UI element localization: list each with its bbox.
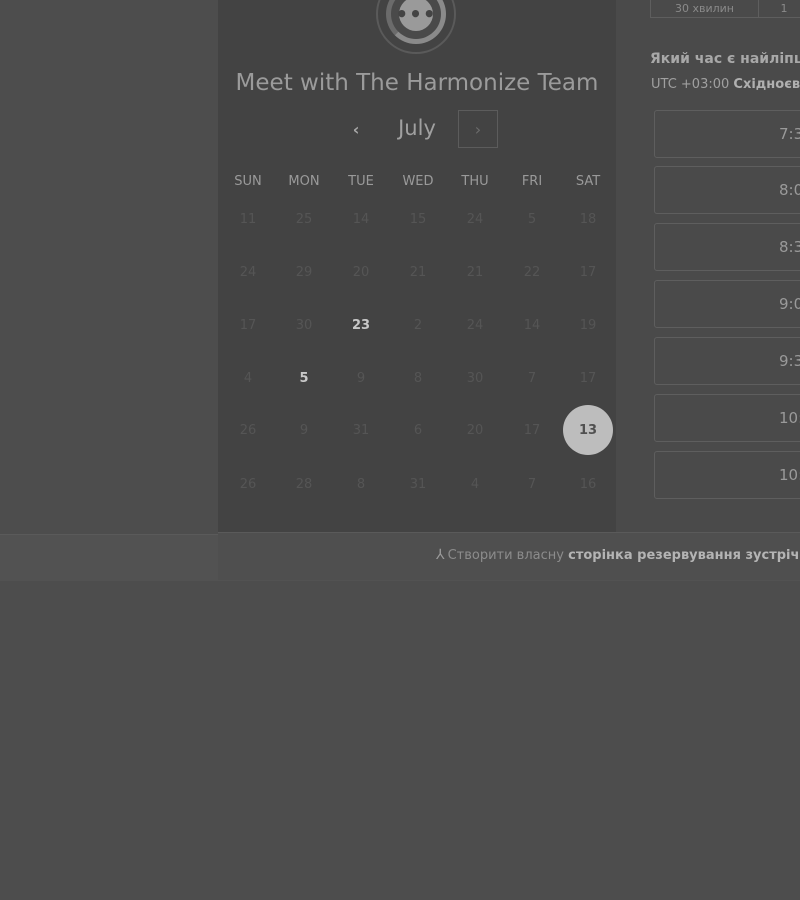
calendar-day: 7	[527, 370, 537, 386]
footer-text: ⅄ Створити власну сторінка резервування з…	[436, 547, 800, 563]
calendar-day: 8	[356, 476, 366, 492]
time-slot-button[interactable]: 9:3	[654, 337, 800, 385]
time-slot-button[interactable]: 8:3	[654, 223, 800, 271]
calendar-day: 24	[239, 264, 257, 280]
time-slot-button[interactable]: 10:0	[654, 394, 800, 442]
time-slot-label: 8:0	[779, 181, 800, 199]
calendar-day: 24	[466, 211, 484, 227]
calendar-day: 17	[579, 264, 597, 280]
time-slot-label: 9:3	[779, 352, 800, 370]
time-slot-button[interactable]: 7:3	[654, 110, 800, 158]
calendar-day: 17	[523, 422, 541, 438]
calendar-day: 6	[413, 422, 423, 438]
calendar-day: 21	[466, 264, 484, 280]
calendar-day: 20	[352, 264, 370, 280]
calendar-day: 30	[466, 370, 484, 386]
time-slot-label: 8:3	[779, 238, 800, 256]
calendar-day[interactable]: 5	[279, 353, 329, 403]
calendar-day: 14	[523, 317, 541, 333]
calendar-day: 4	[243, 370, 253, 386]
ellipsis-icon: •••	[395, 0, 436, 31]
time-slot-label: 10:3	[779, 466, 800, 484]
weekday-sun: SUN	[234, 174, 262, 189]
page: ••• Meet with The Harmonize Team ‹ July …	[0, 0, 800, 900]
calendar-day: 4	[470, 476, 480, 492]
timezone-offset: UTC +03:00	[651, 77, 730, 92]
calendar-day: 25	[295, 211, 313, 227]
weekday-mon: MON	[288, 174, 320, 189]
weekday-sat: SAT	[575, 174, 601, 189]
create-booking-page-link[interactable]: сторінка резервування зустрічей	[568, 548, 800, 563]
time-slot-label: 9:0	[779, 295, 800, 313]
calendar-day: 9	[356, 370, 366, 386]
previous-month-button[interactable]: ‹	[344, 117, 368, 141]
time-slot-button[interactable]: 8:0	[654, 166, 800, 214]
calendar-day: 31	[352, 422, 370, 438]
calendar-day: 20	[466, 422, 484, 438]
calendar-day: 24	[466, 317, 484, 333]
calendar-day: 5	[527, 211, 537, 227]
duration-tab-30[interactable]: 30 хвилин	[651, 0, 759, 17]
time-slot-label: 7:3	[779, 125, 800, 143]
hubspot-sprocket-icon: ⅄	[436, 547, 445, 563]
weekday-tue: TUE	[348, 174, 374, 189]
time-slot-label: 10:0	[779, 409, 800, 427]
meeting-title: Meet with The Harmonize Team	[235, 70, 599, 96]
footer: ⅄ Створити власну сторінка резервування з…	[218, 532, 800, 580]
next-month-button[interactable]: ›	[458, 110, 498, 148]
calendar-day: 8	[413, 370, 423, 386]
calendar-day: 9	[299, 422, 309, 438]
month-label: July	[398, 116, 436, 140]
calendar-day[interactable]: 23	[336, 300, 386, 350]
calendar-day: 2	[413, 317, 423, 333]
calendar-day: 22	[523, 264, 541, 280]
calendar-day: 29	[295, 264, 313, 280]
avatar-ring: •••	[386, 0, 446, 44]
calendar-day: 21	[409, 264, 427, 280]
calendar-day: 18	[579, 211, 597, 227]
calendar-day: 28	[295, 476, 313, 492]
time-slot-button[interactable]: 10:3	[654, 451, 800, 499]
calendar-day: 11	[239, 211, 257, 227]
calendar-day: 14	[352, 211, 370, 227]
calendar-day: 26	[239, 422, 257, 438]
time-question: Який час є найліпш	[650, 51, 800, 67]
time-panel: 30 хвилин 1 Який час є найліпш UTC +03:0…	[616, 0, 800, 532]
timezone-name: Східноєв	[733, 77, 800, 92]
calendar-day: 16	[579, 476, 597, 492]
calendar-day: 19	[579, 317, 597, 333]
selected-day[interactable]: 13	[563, 405, 613, 455]
duration-tab-other[interactable]: 1	[759, 0, 800, 17]
calendar-day: 26	[239, 476, 257, 492]
duration-tabs: 30 хвилин 1	[650, 0, 800, 18]
calendar-day: 17	[579, 370, 597, 386]
footer-prefix: Створити власну	[447, 548, 564, 563]
calendar-day: 15	[409, 211, 427, 227]
weekday-header: SUN MON TUE WED THU FRI SAT	[218, 174, 616, 194]
calendar-day: 31	[409, 476, 427, 492]
timezone-selector[interactable]: UTC +03:00 Східноєв	[651, 77, 800, 92]
time-slot-button[interactable]: 9:0	[654, 280, 800, 328]
calendar-day: 30	[295, 317, 313, 333]
calendar-panel: ••• Meet with The Harmonize Team ‹ July …	[218, 0, 616, 532]
month-navigation: ‹ July ›	[218, 110, 616, 150]
calendar-day: 17	[239, 317, 257, 333]
weekday-fri: FRI	[521, 174, 543, 189]
organizer-avatar: •••	[376, 0, 456, 54]
weekday-thu: THU	[461, 174, 489, 189]
weekday-wed: WED	[402, 174, 434, 189]
calendar-day: 7	[527, 476, 537, 492]
